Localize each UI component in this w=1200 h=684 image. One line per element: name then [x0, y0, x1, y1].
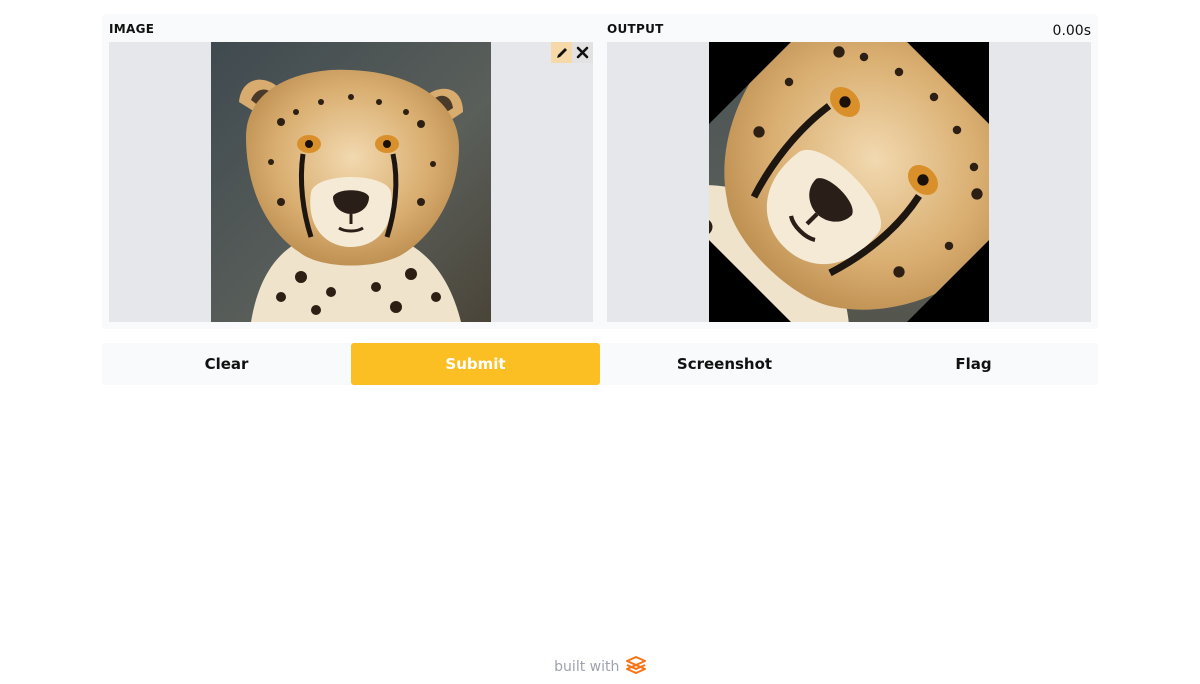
output-image-area: [607, 42, 1091, 322]
input-image-panel: IMAGE: [109, 14, 593, 322]
input-panel-label: IMAGE: [109, 22, 155, 36]
pencil-icon[interactable]: [551, 42, 572, 63]
output-image: [709, 42, 989, 322]
footer-text: built with: [554, 659, 620, 675]
interface-panels: IMAGE OUTPUT 0.00s: [102, 14, 1098, 329]
output-image-panel: OUTPUT 0.00s: [607, 14, 1091, 322]
input-image: [211, 42, 491, 322]
rotated-cheetah-image: [709, 42, 989, 322]
submit-button[interactable]: Submit: [351, 343, 600, 385]
app-container: IMAGE OUTPUT 0.00s Clear Submit Screensh…: [102, 14, 1098, 385]
screenshot-button[interactable]: Screenshot: [600, 343, 849, 385]
input-image-area[interactable]: [109, 42, 593, 322]
action-bar: Clear Submit Screenshot Flag: [102, 343, 1098, 385]
footer: built with: [0, 656, 1200, 678]
close-icon[interactable]: [572, 42, 593, 63]
flag-button[interactable]: Flag: [849, 343, 1098, 385]
output-panel-label: OUTPUT: [607, 22, 664, 36]
cheetah-image: [211, 42, 491, 322]
inference-timer: 0.00s: [1052, 23, 1091, 39]
image-toolbar: [551, 42, 593, 63]
clear-button[interactable]: Clear: [102, 343, 351, 385]
gradio-logo-icon[interactable]: [625, 656, 646, 678]
